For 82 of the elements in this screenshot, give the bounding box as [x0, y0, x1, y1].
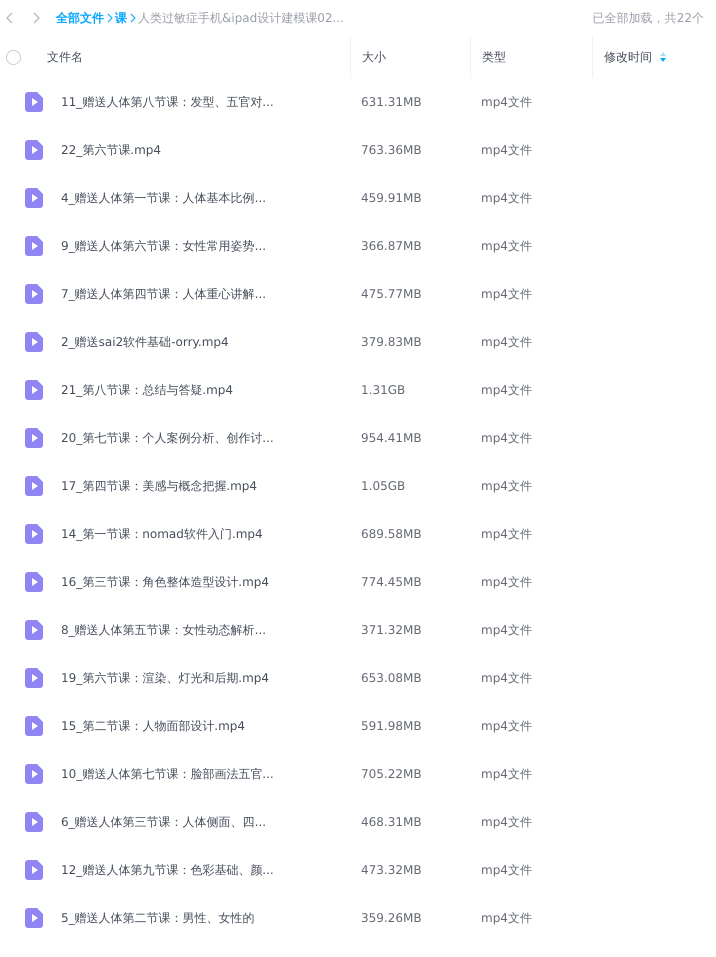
chevron-icon [129, 13, 136, 23]
file-name[interactable]: 6_赠送人体第三节课：人体侧面、四... [61, 814, 266, 830]
file-type: mp4文件 [480, 94, 533, 110]
column-header[interactable]: 修改时间 [604, 48, 652, 66]
file-name[interactable]: 22_第六节课.mp4 [61, 142, 162, 158]
file-name[interactable]: 15_第二节课：人物面部设计.mp4 [61, 718, 246, 734]
chevron-icon [106, 13, 113, 23]
file-size: 468.31MB [360, 815, 423, 829]
file-type: mp4文件 [480, 622, 533, 638]
file-type: mp4文件 [480, 766, 533, 782]
file-type: mp4文件 [480, 334, 533, 350]
column-header[interactable]: 类型 [482, 48, 506, 66]
video-file-icon [24, 140, 44, 160]
file-name[interactable]: 17_第四节课：美感与概念把握.mp4 [61, 478, 258, 494]
file-type: mp4文件 [480, 190, 533, 206]
video-file-icon [24, 188, 44, 208]
file-name[interactable]: 16_第三节课：角色整体造型设计.mp4 [61, 574, 270, 590]
file-type: mp4文件 [480, 814, 533, 830]
file-size: 591.98MB [360, 719, 423, 733]
file-size: 475.77MB [360, 287, 423, 301]
video-file-icon [24, 332, 44, 352]
file-size: 371.32MB [360, 623, 423, 637]
video-file-icon [24, 92, 44, 112]
file-type: mp4文件 [480, 670, 533, 686]
breadcrumb-current: 人类过敏症手机&ipad设计建模课02... [138, 10, 344, 26]
video-file-icon [24, 716, 44, 736]
file-size: 473.32MB [360, 863, 423, 877]
file-name[interactable]: 21_第八节课：总结与答疑.mp4 [61, 382, 234, 398]
video-file-icon [24, 668, 44, 688]
file-type: mp4文件 [480, 478, 533, 494]
file-name[interactable]: 10_赠送人体第七节课：脸部画法五官... [61, 766, 274, 782]
load-status: 已全部加载，共22个 [592, 10, 704, 26]
file-name[interactable]: 8_赠送人体第五节课：女性动态解析... [61, 622, 266, 638]
file-size: 631.31MB [360, 95, 423, 109]
file-name[interactable]: 2_赠送sai2软件基础-orry.mp4 [61, 334, 229, 350]
video-file-icon [24, 236, 44, 256]
file-type: mp4文件 [480, 238, 533, 254]
video-file-icon [24, 476, 44, 496]
file-size: 366.87MB [360, 239, 423, 253]
file-name[interactable]: 4_赠送人体第一节课：人体基本比例... [61, 190, 266, 206]
video-file-icon [24, 764, 44, 784]
file-size: 689.58MB [360, 527, 423, 541]
video-file-icon [24, 908, 44, 928]
file-size: 1.31GB [360, 383, 406, 397]
file-type: mp4文件 [480, 718, 533, 734]
video-file-icon [24, 428, 44, 448]
file-type: mp4文件 [480, 286, 533, 302]
file-name[interactable]: 7_赠送人体第四节课：人体重心讲解... [61, 286, 266, 302]
file-type: mp4文件 [480, 574, 533, 590]
video-file-icon [24, 572, 44, 592]
file-size: 763.36MB [360, 143, 423, 157]
file-type: mp4文件 [480, 382, 533, 398]
file-name[interactable]: 11_赠送人体第八节课：发型、五官对... [61, 94, 274, 110]
video-file-icon [24, 620, 44, 640]
file-name[interactable]: 14_第一节课：nomad软件入门.mp4 [61, 526, 263, 542]
file-size: 774.45MB [360, 575, 423, 589]
select-all-checkbox[interactable] [6, 50, 21, 64]
file-type: mp4文件 [480, 526, 533, 542]
file-name[interactable]: 20_第七节课：个人案例分析、创作讨... [61, 430, 274, 446]
file-size: 954.41MB [360, 431, 423, 445]
file-name[interactable]: 12_赠送人体第九节课：色彩基础、颜... [61, 862, 274, 878]
file-size: 653.08MB [360, 671, 423, 685]
video-file-icon [24, 812, 44, 832]
file-size: 459.91MB [360, 191, 423, 205]
file-size: 359.26MB [360, 911, 423, 925]
file-name[interactable]: 9_赠送人体第六节课：女性常用姿势... [61, 238, 266, 254]
file-type: mp4文件 [480, 430, 533, 446]
video-file-icon [24, 380, 44, 400]
column-header[interactable]: 文件名 [47, 48, 83, 66]
file-name[interactable]: 19_第六节课：渲染、灯光和后期.mp4 [61, 670, 270, 686]
file-size: 705.22MB [360, 767, 423, 781]
file-type: mp4文件 [480, 142, 533, 158]
file-type: mp4文件 [480, 910, 533, 926]
file-size: 1.05GB [360, 479, 406, 493]
column-header[interactable]: 大小 [362, 48, 386, 66]
file-type: mp4文件 [480, 862, 533, 878]
file-name[interactable]: 5_赠送人体第二节课：男性、女性的 [61, 910, 255, 926]
video-file-icon [24, 524, 44, 544]
sort-icon[interactable] [660, 52, 666, 62]
video-file-icon [24, 284, 44, 304]
video-file-icon [24, 860, 44, 880]
file-size: 379.83MB [360, 335, 423, 349]
